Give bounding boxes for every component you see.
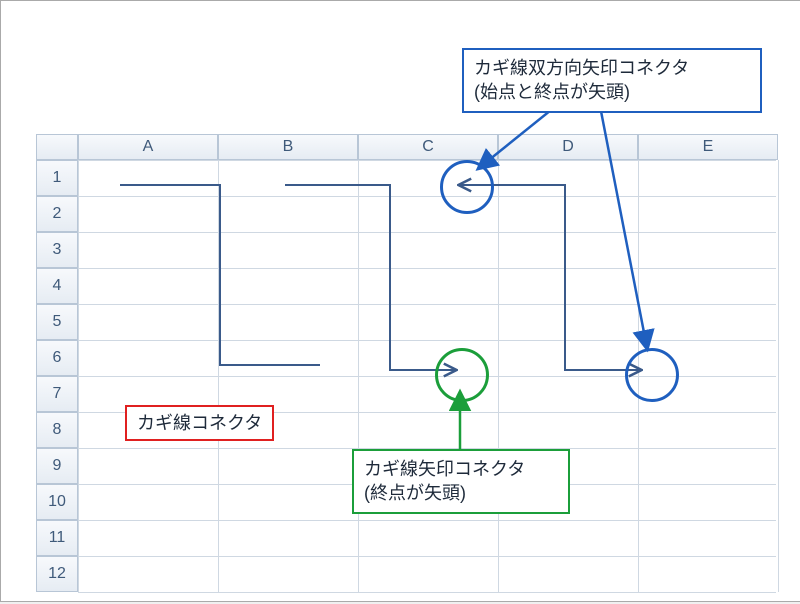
row-header-8[interactable]: 8 [36, 412, 78, 448]
circle-highlight-double-start [440, 160, 494, 214]
row-header-4[interactable]: 4 [36, 268, 78, 304]
col-header-b[interactable]: B [218, 134, 358, 160]
row-header-10[interactable]: 10 [36, 484, 78, 520]
circle-highlight-double-end [625, 348, 679, 402]
callout-plain-label: カギ線コネクタ [137, 413, 262, 433]
callout-double-line1: カギ線双方向矢印コネクタ [474, 56, 750, 80]
col-header-c[interactable]: C [358, 134, 498, 160]
callout-single-arrow: カギ線矢印コネクタ (終点が矢頭) [352, 449, 570, 514]
row-header-9[interactable]: 9 [36, 448, 78, 484]
callout-plain: カギ線コネクタ [125, 405, 274, 441]
row-headers-col: 1 2 3 4 5 6 7 8 9 10 11 12 [36, 160, 78, 592]
col-header-a[interactable]: A [78, 134, 218, 160]
callout-single-line2: (終点が矢頭) [364, 481, 558, 505]
row-header-3[interactable]: 3 [36, 232, 78, 268]
row-header-5[interactable]: 5 [36, 304, 78, 340]
row-header-11[interactable]: 11 [36, 520, 78, 556]
callout-double-line2: (始点と終点が矢頭) [474, 80, 750, 104]
select-all-corner[interactable] [36, 134, 78, 160]
row-header-6[interactable]: 6 [36, 340, 78, 376]
callout-double-arrow: カギ線双方向矢印コネクタ (始点と終点が矢頭) [462, 48, 762, 113]
row-header-1[interactable]: 1 [36, 160, 78, 196]
circle-highlight-arrow-end [435, 348, 489, 402]
row-header-12[interactable]: 12 [36, 556, 78, 592]
callout-single-line1: カギ線矢印コネクタ [364, 457, 558, 481]
col-header-e[interactable]: E [638, 134, 778, 160]
row-header-2[interactable]: 2 [36, 196, 78, 232]
row-header-7[interactable]: 7 [36, 376, 78, 412]
col-header-d[interactable]: D [498, 134, 638, 160]
column-headers-row: A B C D E [36, 134, 778, 160]
